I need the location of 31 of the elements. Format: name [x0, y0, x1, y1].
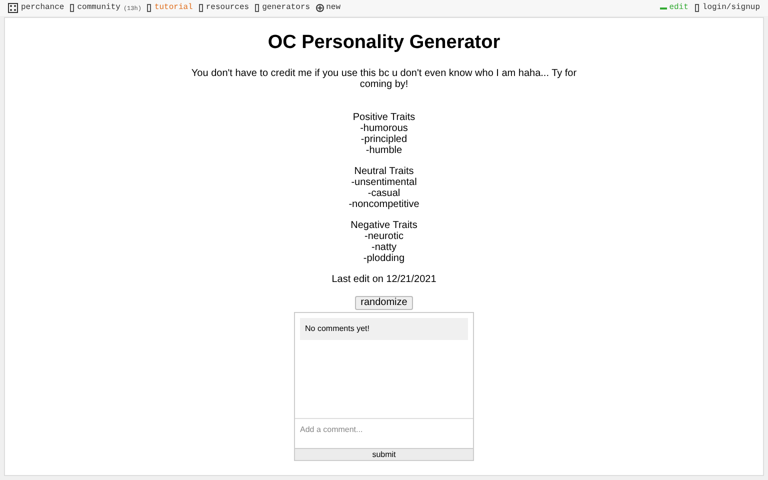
- glyph-icon: [695, 4, 700, 12]
- glyph-icon: [147, 4, 152, 12]
- randomize-button[interactable]: randomize: [354, 296, 414, 310]
- section-heading: Neutral Traits: [354, 166, 414, 177]
- site-link[interactable]: perchance: [21, 2, 64, 14]
- trait-text: -humorous: [360, 123, 408, 134]
- trait-text: -casual: [368, 188, 400, 199]
- trait-text: -unsentimental: [351, 177, 417, 188]
- nav-link[interactable]: login/signup: [702, 2, 760, 14]
- plus-circle-icon: [316, 4, 324, 12]
- glyph-icon: [255, 4, 260, 12]
- section-heading: Positive Traits: [352, 112, 416, 123]
- trait-text: -principled: [360, 134, 408, 145]
- nav-link[interactable]: generators: [262, 2, 310, 14]
- trait-text: -neurotic: [364, 231, 404, 242]
- trait-text: -noncompetitive: [348, 199, 420, 210]
- trait-text: -humble: [366, 145, 402, 156]
- last-edit-text: Last edit on 12/21/2021: [332, 274, 436, 285]
- nav-link[interactable]: community: [77, 2, 120, 14]
- trait-text: -natty: [371, 242, 396, 253]
- glyph-icon: [70, 4, 74, 12]
- description-text: You don't have to credit me if you use this bc u don't even know who I am haha... Ty for coming by!: [190, 68, 578, 90]
- glyph-icon: [198, 4, 203, 12]
- page-title: OC Personality Generator: [268, 31, 500, 55]
- trait-text: -plodding: [363, 253, 405, 264]
- new-link[interactable]: new: [326, 2, 340, 14]
- dice-icon: [8, 3, 18, 13]
- submit-button[interactable]: submit: [295, 448, 473, 460]
- section-heading: Negative Traits: [350, 220, 418, 231]
- nav-link[interactable]: resources: [206, 2, 250, 14]
- empty-comments-message: No comments yet!: [300, 318, 468, 340]
